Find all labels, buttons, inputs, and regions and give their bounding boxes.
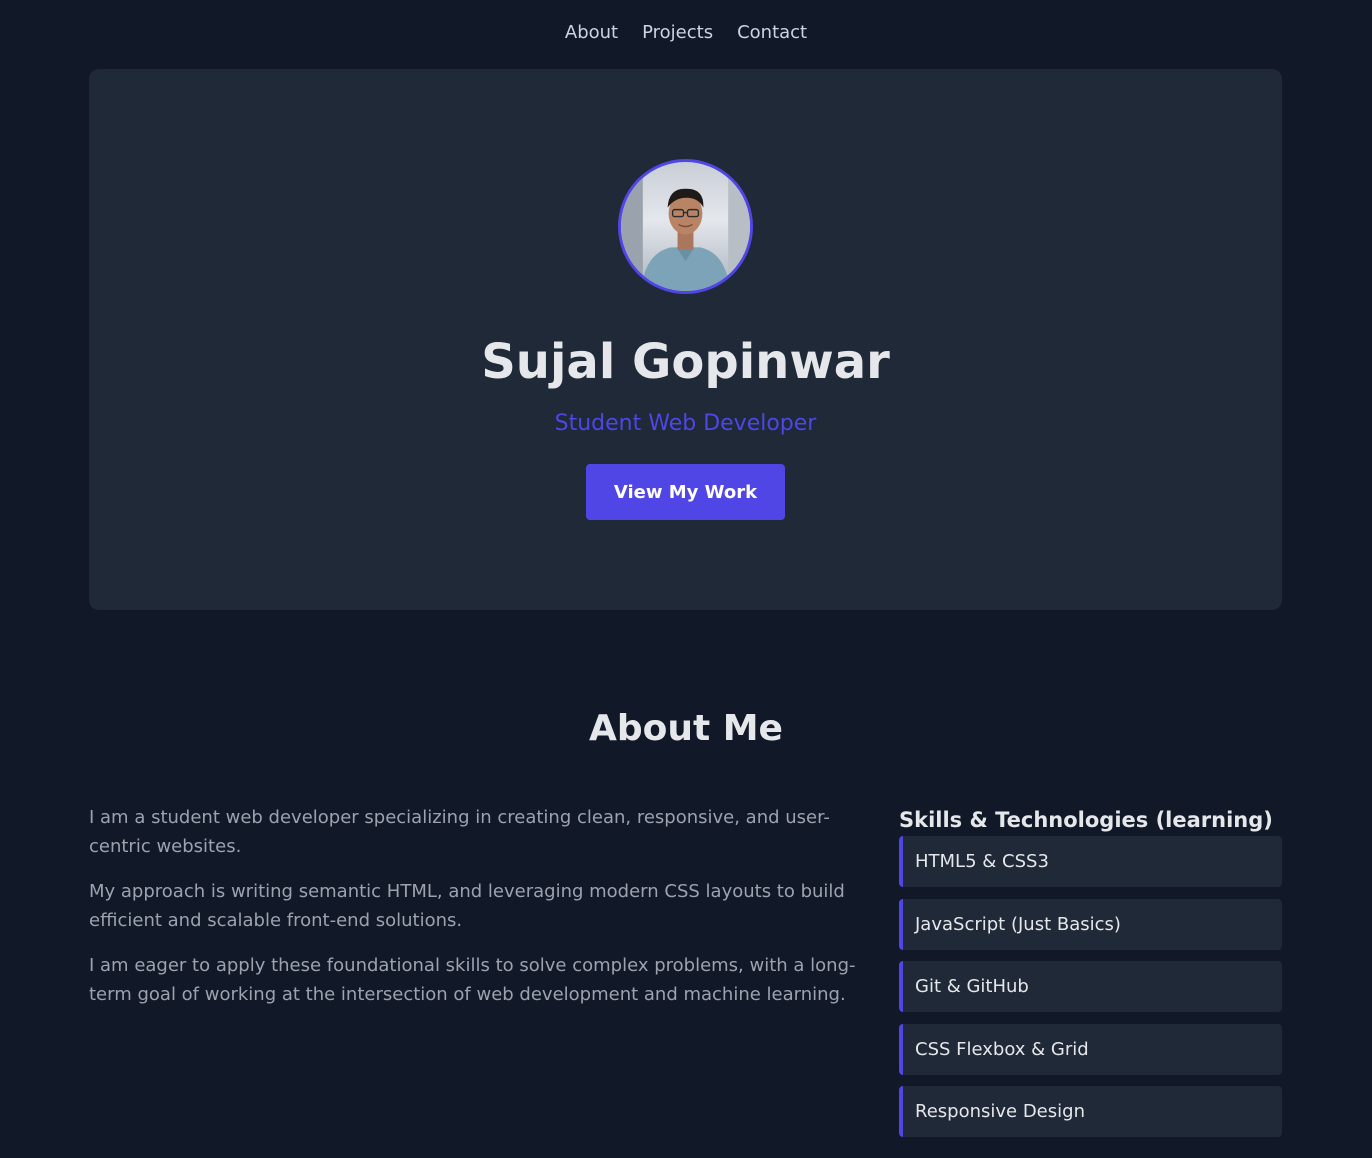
hero-role: Student Web Developer <box>554 411 817 436</box>
skill-item: CSS Flexbox & Grid <box>899 1023 1282 1075</box>
nav-link-projects[interactable]: Projects <box>642 18 713 48</box>
view-my-work-button[interactable]: View My Work <box>586 464 785 520</box>
about-paragraph: I am eager to apply these foundational s… <box>89 955 856 1005</box>
skills-panel: Skills & Technologies (learning) HTML5 &… <box>899 804 1282 1149</box>
profile-photo-image <box>621 162 750 291</box>
skills-title: Skills & Technologies (learning) <box>899 808 1273 832</box>
about-paragraph: I am a student web developer specializin… <box>89 807 830 857</box>
hero-name: Sujal Gopinwar <box>481 334 890 390</box>
about-title: About Me <box>589 708 783 749</box>
skill-item: JavaScript (Just Basics) <box>899 898 1282 950</box>
nav-link-about[interactable]: About <box>565 18 618 48</box>
nav-link-contact[interactable]: Contact <box>737 18 807 48</box>
skill-item: Responsive Design <box>899 1086 1282 1137</box>
about-text: I am a student web developer specializin… <box>89 803 869 1025</box>
top-nav: About Projects Contact <box>0 18 1372 48</box>
skill-item: Git & GitHub <box>899 961 1282 1012</box>
avatar <box>618 159 753 294</box>
skill-item: HTML5 & CSS3 <box>899 836 1282 887</box>
skills-list: HTML5 & CSS3 JavaScript (Just Basics) Gi… <box>899 836 1282 1137</box>
about-paragraph: My approach is writing semantic HTML, an… <box>89 881 845 931</box>
hero-card: Sujal Gopinwar Student Web Developer Vie… <box>89 69 1282 610</box>
